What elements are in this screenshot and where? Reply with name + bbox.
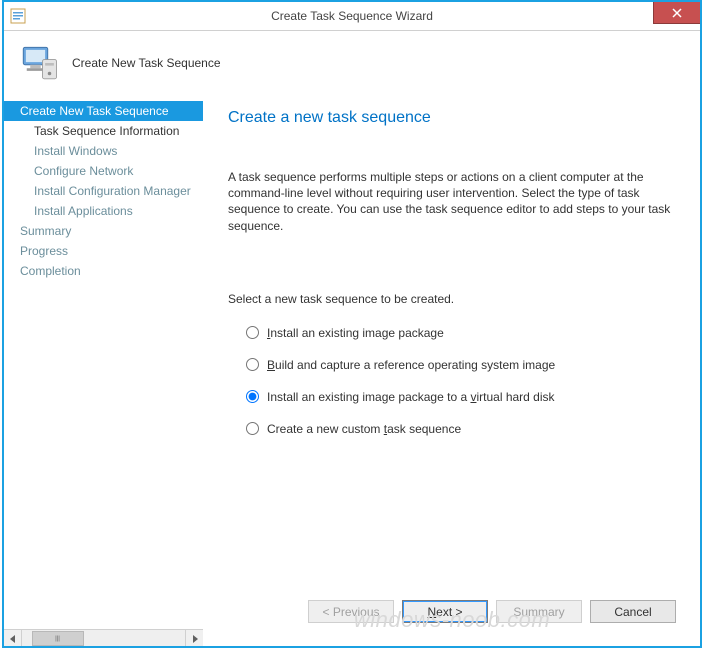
app-icon [10,8,26,24]
next-button[interactable]: Next > [402,600,488,623]
nav-item-summary[interactable]: Summary [4,221,203,241]
option-label: Install an existing image package [267,326,444,340]
option-label: Build and capture a reference operating … [267,358,555,372]
wizard-window: Create Task Sequence Wizard Create New T… [2,0,702,648]
header: Create New Task Sequence [4,31,700,95]
scroll-left-icon[interactable] [4,630,22,647]
previous-button: < Previous [308,600,394,623]
cancel-button[interactable]: Cancel [590,600,676,623]
nav-item-configure-network[interactable]: Configure Network [4,161,203,181]
radio-install-to-vhd[interactable] [246,390,259,403]
sidebar-hscroll[interactable]: Ⅲ [4,629,203,647]
radio-install-existing-image[interactable] [246,326,259,339]
nav-item-progress[interactable]: Progress [4,241,203,261]
sidebar: Create New Task Sequence Task Sequence I… [4,95,204,647]
header-title: Create New Task Sequence [72,56,221,70]
nav-item-task-sequence-information[interactable]: Task Sequence Information [4,121,203,141]
nav-list: Create New Task Sequence Task Sequence I… [4,101,203,629]
body: Create New Task Sequence Task Sequence I… [4,95,700,647]
summary-button: Summary [496,600,582,623]
nav-item-install-applications[interactable]: Install Applications [4,201,203,221]
option-label: Install an existing image package to a v… [267,390,555,404]
option-build-and-capture[interactable]: Build and capture a reference operating … [246,358,676,372]
nav-item-install-windows[interactable]: Install Windows [4,141,203,161]
close-button[interactable] [653,1,701,24]
button-row: < Previous Next > Summary Cancel [308,600,676,623]
radio-build-and-capture[interactable] [246,358,259,371]
scroll-right-icon[interactable] [185,630,203,647]
option-label: Create a new custom task sequence [267,422,461,436]
nav-item-create-new-task-sequence[interactable]: Create New Task Sequence [4,101,203,121]
nav-item-install-configuration-manager[interactable]: Install Configuration Manager [4,181,203,201]
option-install-to-vhd[interactable]: Install an existing image package to a v… [246,390,676,404]
page-title: Create a new task sequence [228,109,676,127]
scroll-track[interactable]: Ⅲ [22,630,185,647]
window-title: Create Task Sequence Wizard [4,2,700,30]
options-group: Install an existing image package Build … [246,316,676,454]
scroll-thumb[interactable]: Ⅲ [32,631,84,646]
option-custom-task-sequence[interactable]: Create a new custom task sequence [246,422,676,436]
page-description: A task sequence performs multiple steps … [228,169,676,234]
radio-custom-task-sequence[interactable] [246,422,259,435]
option-install-existing-image[interactable]: Install an existing image package [246,326,676,340]
main-pane: Create a new task sequence A task sequen… [204,95,700,647]
nav-item-completion[interactable]: Completion [4,261,203,281]
wizard-icon [18,42,60,84]
close-icon [672,8,682,18]
titlebar: Create Task Sequence Wizard [4,2,700,31]
page-prompt: Select a new task sequence to be created… [228,292,676,306]
